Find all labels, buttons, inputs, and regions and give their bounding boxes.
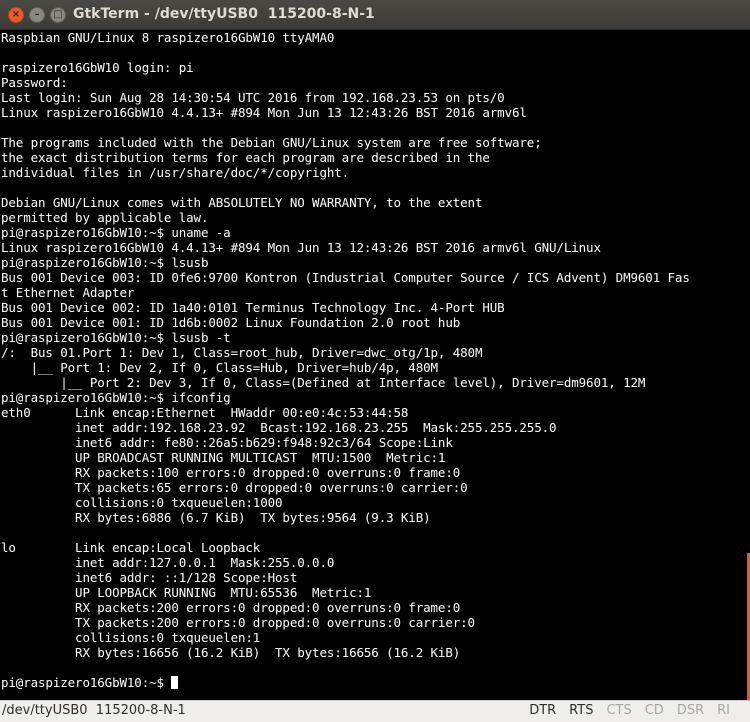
terminal-output[interactable]: Raspbian GNU/Linux 8 raspizero16GbW10 tt… — [0, 30, 746, 675]
signal-rts: RTS — [569, 703, 594, 718]
terminal-line: Bus 001 Device 002: ID 1a40:0101 Terminu… — [1, 300, 505, 315]
terminal-line: t Ethernet Adapter — [1, 285, 135, 300]
text-cursor — [171, 676, 179, 689]
terminal-line: |__ Port 1: Dev 2, If 0, Class=Hub, Driv… — [1, 360, 438, 375]
terminal-line: RX packets:100 errors:0 dropped:0 overru… — [1, 465, 461, 480]
terminal-line: permitted by applicable law. — [1, 210, 209, 225]
title-bar[interactable]: × – □ GtkTerm - /dev/ttyUSB0 115200-8-N-… — [0, 0, 750, 30]
terminal-line: collisions:0 txqueuelen:1 — [1, 630, 261, 645]
signal-ri: RI — [717, 703, 730, 718]
gtkterm-window: × – □ GtkTerm - /dev/ttyUSB0 115200-8-N-… — [0, 0, 750, 722]
close-button[interactable]: × — [8, 7, 24, 23]
terminal-line: inet6 addr: ::1/128 Scope:Host — [1, 570, 298, 585]
signal-cts: CTS — [606, 703, 632, 718]
terminal-line: individual files in /usr/share/doc/*/cop… — [1, 165, 350, 180]
terminal-line: lo Link encap:Local Loopback — [1, 540, 261, 555]
terminal-line: RX bytes:16656 (16.2 KiB) TX bytes:16656… — [1, 645, 461, 660]
terminal-line: Raspbian GNU/Linux 8 raspizero16GbW10 tt… — [1, 30, 335, 45]
terminal-line: TX packets:200 errors:0 dropped:0 overru… — [1, 615, 475, 630]
terminal-prompt-line[interactable]: pi@raspizero16GbW10:~$ — [0, 675, 746, 690]
terminal-line: Linux raspizero16GbW10 4.4.13+ #894 Mon … — [1, 240, 601, 255]
terminal-line: pi@raspizero16GbW10:~$ ifconfig — [1, 390, 231, 405]
terminal-line: raspizero16GbW10 login: pi — [1, 60, 194, 75]
terminal-line: eth0 Link encap:Ethernet HWaddr 00:e0:4c… — [1, 405, 409, 420]
terminal-line: Linux raspizero16GbW10 4.4.13+ #894 Mon … — [1, 105, 527, 120]
terminal-prompt: pi@raspizero16GbW10:~$ — [1, 675, 172, 690]
terminal-line: TX packets:65 errors:0 dropped:0 overrun… — [1, 480, 468, 495]
serial-signals: DTR RTS CTS CD DSR RI — [516, 703, 730, 718]
close-icon: × — [11, 9, 21, 20]
terminal-line: UP BROADCAST RUNNING MULTICAST MTU:1500 … — [1, 450, 446, 465]
terminal-line: pi@raspizero16GbW10:~$ uname -a — [1, 225, 231, 240]
terminal-line: RX bytes:6886 (6.7 KiB) TX bytes:9564 (9… — [1, 510, 431, 525]
terminal-line: the exact distribution terms for each pr… — [1, 150, 490, 165]
terminal-line: Bus 001 Device 003: ID 0fe6:9700 Kontron… — [1, 270, 690, 285]
terminal-line: inet addr:192.168.23.92 Bcast:192.168.23… — [1, 420, 557, 435]
terminal-line: UP LOOPBACK RUNNING MTU:65536 Metric:1 — [1, 585, 372, 600]
terminal-line: inet addr:127.0.0.1 Mask:255.0.0.0 — [1, 555, 335, 570]
terminal-line: Last login: Sun Aug 28 14:30:54 UTC 2016… — [1, 90, 505, 105]
signal-dsr: DSR — [676, 703, 705, 718]
signal-cd: CD — [644, 703, 664, 718]
terminal-line: RX packets:200 errors:0 dropped:0 overru… — [1, 600, 461, 615]
terminal-line: /: Bus 01.Port 1: Dev 1, Class=root_hub,… — [1, 345, 483, 360]
terminal-line: Debian GNU/Linux comes with ABSOLUTELY N… — [1, 195, 483, 210]
minimize-button[interactable]: – — [29, 7, 45, 23]
terminal-line: pi@raspizero16GbW10:~$ lsusb — [1, 255, 209, 270]
terminal-line: Bus 001 Device 001: ID 1d6b:0002 Linux F… — [1, 315, 461, 330]
terminal-line: inet6 addr: fe80::26a5:b629:f948:92c3/64… — [1, 435, 453, 450]
terminal-line: collisions:0 txqueuelen:1000 — [1, 495, 283, 510]
maximize-icon: □ — [53, 9, 63, 20]
terminal-line: Password: — [1, 75, 68, 90]
signal-dtr: DTR — [529, 703, 557, 718]
status-bar: /dev/ttyUSB0 115200-8-N-1 DTR RTS CTS CD DSR… — [0, 700, 750, 722]
terminal-line: |__ Port 2: Dev 3, If 0, Class=(Defined … — [1, 375, 646, 390]
terminal-line: The programs included with the Debian GN… — [1, 135, 542, 150]
minimize-icon: – — [34, 9, 40, 20]
terminal-line: pi@raspizero16GbW10:~$ lsusb -t — [1, 330, 231, 345]
terminal-area[interactable]: Raspbian GNU/Linux 8 raspizero16GbW10 tt… — [0, 30, 746, 700]
window-title: GtkTerm - /dev/ttyUSB0 115200-8-N-1 — [73, 6, 375, 22]
port-settings-label: /dev/ttyUSB0 115200-8-N-1 — [2, 703, 186, 718]
maximize-button[interactable]: □ — [50, 7, 66, 23]
